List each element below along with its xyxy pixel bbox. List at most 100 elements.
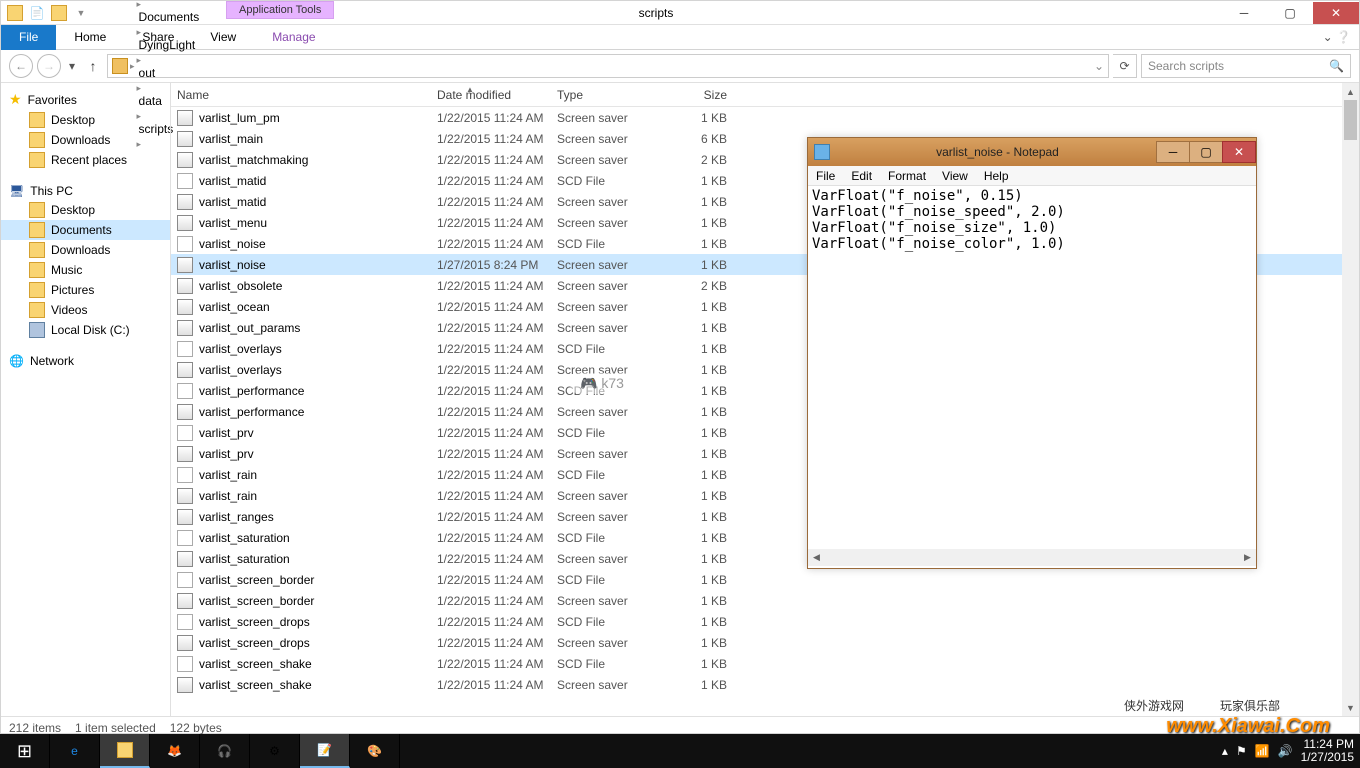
taskbar-explorer[interactable] [100,734,150,768]
nav-item-videos[interactable]: Videos [1,300,170,320]
star-icon: ★ [9,91,22,108]
ribbon-tab-home[interactable]: Home [56,25,124,50]
tray-flag-icon[interactable]: ⚑ [1236,744,1247,758]
application-tools-tab[interactable]: Application Tools [226,1,334,19]
file-name: varlist_screen_border [199,573,437,587]
menu-help[interactable]: Help [984,169,1009,183]
horizontal-scrollbar[interactable]: ◀ ▶ [808,549,1256,566]
titlebar[interactable]: 📄 ▼ Application Tools scripts ─ ▢ ✕ [1,1,1359,25]
chevron-right-icon[interactable]: ▸ [137,0,142,9]
nav-item-desktop[interactable]: Desktop [1,110,170,130]
nav-item-music[interactable]: Music [1,260,170,280]
file-date: 1/22/2015 11:24 AM [437,237,557,251]
file-row[interactable]: varlist_screen_border1/22/2015 11:24 AMS… [171,569,1342,590]
up-button[interactable]: ↑ [83,58,103,74]
menu-view[interactable]: View [942,169,968,183]
address-dropdown-icon[interactable]: ⌄ [1094,59,1104,73]
ribbon-expand-icon[interactable]: ⌄ ❔ [1323,30,1359,44]
system-tray[interactable]: ▴ ⚑ 📶 🔊 11:24 PM 1/27/2015 [1222,738,1360,764]
ribbon-tab-view[interactable]: View [192,25,254,50]
nav-item-local-disk-c-[interactable]: Local Disk (C:) [1,320,170,340]
nav-item-recent-places[interactable]: Recent places [1,150,170,170]
taskbar-app1[interactable]: 🎧 [200,734,250,768]
chevron-right-icon[interactable]: ▸ [137,55,142,65]
taskbar-firefox[interactable]: 🦊 [150,734,200,768]
tray-volume-icon[interactable]: 🔊 [1278,744,1293,758]
file-name: varlist_noise [199,258,437,272]
breadcrumb-documents[interactable]: Documents [137,10,202,24]
tray-clock[interactable]: 11:24 PM 1/27/2015 [1301,738,1354,764]
properties-icon[interactable]: 📄 [27,3,47,23]
column-type[interactable]: Type [557,88,677,102]
file-icon [177,614,193,630]
breadcrumb-dyinglight[interactable]: DyingLight [137,38,202,52]
chevron-right-icon[interactable]: ▸ [137,27,142,37]
new-folder-icon[interactable] [49,3,69,23]
taskbar-paint[interactable]: 🎨 [350,734,400,768]
back-button[interactable]: ← [9,54,33,78]
file-name: varlist_menu [199,216,437,230]
qat-dropdown-icon[interactable]: ▼ [71,3,91,23]
taskbar-ie[interactable]: e [50,734,100,768]
menu-format[interactable]: Format [888,169,926,183]
folder-icon [29,262,45,278]
file-name: varlist_lum_pm [199,111,437,125]
breadcrumb-out[interactable]: out [137,66,202,80]
favorites-header[interactable]: ★Favorites [1,89,170,110]
maximize-button[interactable]: ▢ [1189,141,1223,163]
scroll-down-icon[interactable]: ▼ [1342,699,1359,716]
notepad-window: varlist_noise - Notepad ─ ▢ ✕ File Edit … [807,137,1257,569]
nav-item-downloads[interactable]: Downloads [1,240,170,260]
tray-network-icon[interactable]: 📶 [1255,744,1270,758]
search-input[interactable]: Search scripts 🔍 [1141,54,1351,78]
vertical-scrollbar[interactable]: ▲ ▼ [1342,83,1359,716]
file-row[interactable]: varlist_screen_drops1/22/2015 11:24 AMSC… [171,611,1342,632]
menu-edit[interactable]: Edit [851,169,872,183]
taskbar-notepad[interactable]: 📝 [300,734,350,768]
file-date: 1/22/2015 11:24 AM [437,384,557,398]
pc-icon: 🖥 [9,184,24,198]
minimize-button[interactable]: ─ [1156,141,1190,163]
recent-locations-icon[interactable]: ▾ [65,59,79,73]
start-button[interactable]: ⊞ [0,734,50,768]
ribbon-tab-manage[interactable]: Manage [254,25,333,50]
ribbon-tab-file[interactable]: File [1,25,56,50]
nav-item-downloads[interactable]: Downloads [1,130,170,150]
close-button[interactable]: ✕ [1222,141,1256,163]
file-row[interactable]: varlist_screen_shake1/22/2015 11:24 AMSC… [171,653,1342,674]
column-date[interactable]: Date modified [437,88,557,102]
tray-up-icon[interactable]: ▴ [1222,744,1228,758]
this-pc-header[interactable]: 🖥This PC [1,182,170,200]
scroll-up-icon[interactable]: ▲ [1342,83,1359,100]
minimize-button[interactable]: ─ [1221,2,1267,24]
refresh-button[interactable]: ⟳ [1113,54,1137,78]
file-icon [177,425,193,441]
notepad-titlebar[interactable]: varlist_noise - Notepad ─ ▢ ✕ [808,138,1256,166]
network-header[interactable]: 🌐Network [1,352,170,370]
nav-item-pictures[interactable]: Pictures [1,280,170,300]
file-row[interactable]: varlist_lum_pm1/22/2015 11:24 AMScreen s… [171,107,1342,128]
file-row[interactable]: varlist_screen_shake1/22/2015 11:24 AMSc… [171,674,1342,695]
file-row[interactable]: varlist_screen_border1/22/2015 11:24 AMS… [171,590,1342,611]
column-name[interactable]: Name [177,88,437,102]
file-date: 1/22/2015 11:24 AM [437,153,557,167]
scroll-right-icon[interactable]: ▶ [1239,549,1256,566]
folder-icon [29,322,45,338]
maximize-button[interactable]: ▢ [1267,2,1313,24]
address-bar[interactable]: ▸ This PC▸Documents▸DyingLight▸out▸data▸… [107,54,1109,78]
notepad-text-area[interactable]: VarFloat("f_noise", 0.15) VarFloat("f_no… [808,186,1256,549]
forward-button[interactable]: → [37,54,61,78]
file-date: 1/22/2015 11:24 AM [437,111,557,125]
scrollbar-thumb[interactable] [1344,100,1357,140]
menu-file[interactable]: File [816,169,835,183]
scroll-left-icon[interactable]: ◀ [808,549,825,566]
file-row[interactable]: varlist_screen_drops1/22/2015 11:24 AMSc… [171,632,1342,653]
file-name: varlist_screen_drops [199,636,437,650]
close-button[interactable]: ✕ [1313,2,1359,24]
column-size[interactable]: Size [677,88,747,102]
nav-item-desktop[interactable]: Desktop [1,200,170,220]
nav-item-documents[interactable]: Documents [1,220,170,240]
chevron-right-icon[interactable]: ▸ [130,61,135,72]
file-date: 1/22/2015 11:24 AM [437,615,557,629]
taskbar-steam[interactable]: ⚙ [250,734,300,768]
